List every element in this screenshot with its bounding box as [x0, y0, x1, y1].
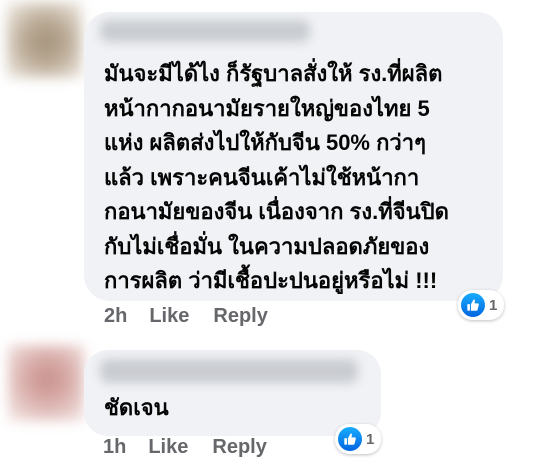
- timestamp[interactable]: 1h: [103, 436, 126, 459]
- timestamp[interactable]: 2h: [104, 305, 127, 328]
- comment-text-line: แห่ง ผลิตส่งไปให้กับจีน 50% กว่าๆ: [104, 130, 426, 155]
- comment-text-line: หน้ากากอนามัยรายใหญ่ของไทย 5: [104, 95, 430, 121]
- comment-text-line: แล้ว เพราะคนจีนเค้าไม่ใช้หน้ากา: [104, 164, 420, 190]
- thumbs-up-icon: [344, 433, 356, 445]
- comment-text-line: กับไม่เชื่อมั่น ในความปลอดภัยของ: [104, 233, 430, 259]
- comment-text-line: กอนามัยของจีน เนื่องจาก รง.ที่จีนปิด: [104, 199, 449, 224]
- comment-actions: 1h Like Reply: [103, 436, 291, 459]
- reaction-count: 1: [366, 430, 375, 448]
- comment-text-line: การผลิต ว่ามีเชื้อปะปนอยู่หรือไม่ !!!: [104, 268, 438, 293]
- comment-actions: 2h Like Reply: [104, 305, 292, 328]
- reply-button[interactable]: Reply: [213, 305, 267, 328]
- author-name[interactable]: [100, 359, 358, 383]
- comment-thread: มันจะมีได้ไง ก็รัฐบาลสั่งให้ รง.ที่ผลิต …: [0, 0, 540, 473]
- reaction-summary[interactable]: 1: [458, 290, 505, 320]
- like-button[interactable]: Like: [149, 305, 189, 328]
- avatar[interactable]: [6, 2, 82, 78]
- author-name[interactable]: [100, 20, 310, 42]
- comment-text-line: มันจะมีได้ไง ก็รัฐบาลสั่งให้ รง.ที่ผลิต: [104, 61, 443, 86]
- comment-bubble: ชัดเจน: [84, 350, 381, 436]
- thumbs-up-icon: [467, 299, 479, 311]
- comment-bubble: มันจะมีได้ไง ก็รัฐบาลสั่งให้ รง.ที่ผลิต …: [84, 12, 503, 301]
- comment-text: ชัดเจน: [104, 391, 169, 426]
- like-icon: [461, 293, 485, 317]
- like-button[interactable]: Like: [148, 436, 188, 459]
- comment-text: มันจะมีได้ไง ก็รัฐบาลสั่งให้ รง.ที่ผลิต …: [104, 57, 449, 299]
- reaction-summary[interactable]: 1: [335, 424, 382, 454]
- avatar[interactable]: [8, 345, 84, 421]
- like-icon: [338, 427, 362, 451]
- comment-text-line: ชัดเจน: [104, 395, 169, 420]
- reaction-count: 1: [489, 296, 498, 314]
- reply-button[interactable]: Reply: [212, 436, 266, 459]
